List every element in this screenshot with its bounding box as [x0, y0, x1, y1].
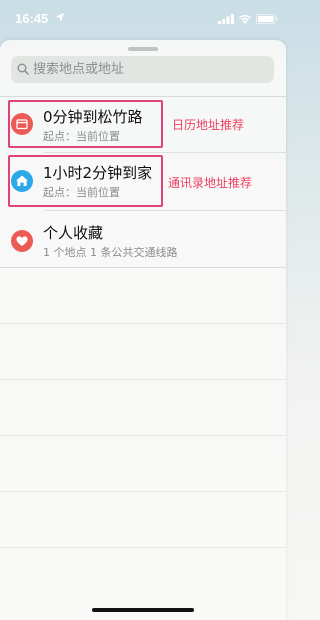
empty-row-separator: [0, 491, 286, 492]
divider: [44, 152, 286, 153]
location-arrow-icon: [56, 13, 64, 22]
item-subtitle: 1 个地点 1 条公共交通线路: [43, 246, 178, 259]
divider: [44, 210, 286, 211]
empty-row-separator: [0, 547, 286, 548]
empty-row-separator: [0, 323, 286, 324]
annotation-calendar: 日历地址推荐: [172, 118, 245, 132]
list-item-favorites[interactable]: 个人收藏 1 个地点 1 条公共交通线路: [0, 216, 286, 266]
highlight-box-contacts: [8, 155, 163, 207]
cellular-signal-icon: [218, 14, 234, 24]
battery-icon: [256, 14, 278, 24]
search-icon: [17, 63, 29, 75]
sheet-grabber[interactable]: [128, 47, 158, 51]
annotation-contacts: 通讯录地址推荐: [168, 176, 253, 190]
empty-row-separator: [0, 379, 286, 380]
wifi-icon: [239, 15, 251, 24]
highlight-box-calendar: [8, 100, 163, 148]
divider: [0, 267, 286, 268]
search-bar[interactable]: [11, 56, 274, 83]
divider: [0, 96, 286, 97]
home-indicator[interactable]: [92, 608, 194, 612]
item-title: 个人收藏: [43, 224, 104, 242]
heart-icon: [11, 230, 33, 252]
empty-row-separator: [0, 435, 286, 436]
status-bar: 16:45: [0, 0, 286, 40]
status-time: 16:45: [15, 11, 49, 26]
search-input[interactable]: [33, 56, 263, 83]
